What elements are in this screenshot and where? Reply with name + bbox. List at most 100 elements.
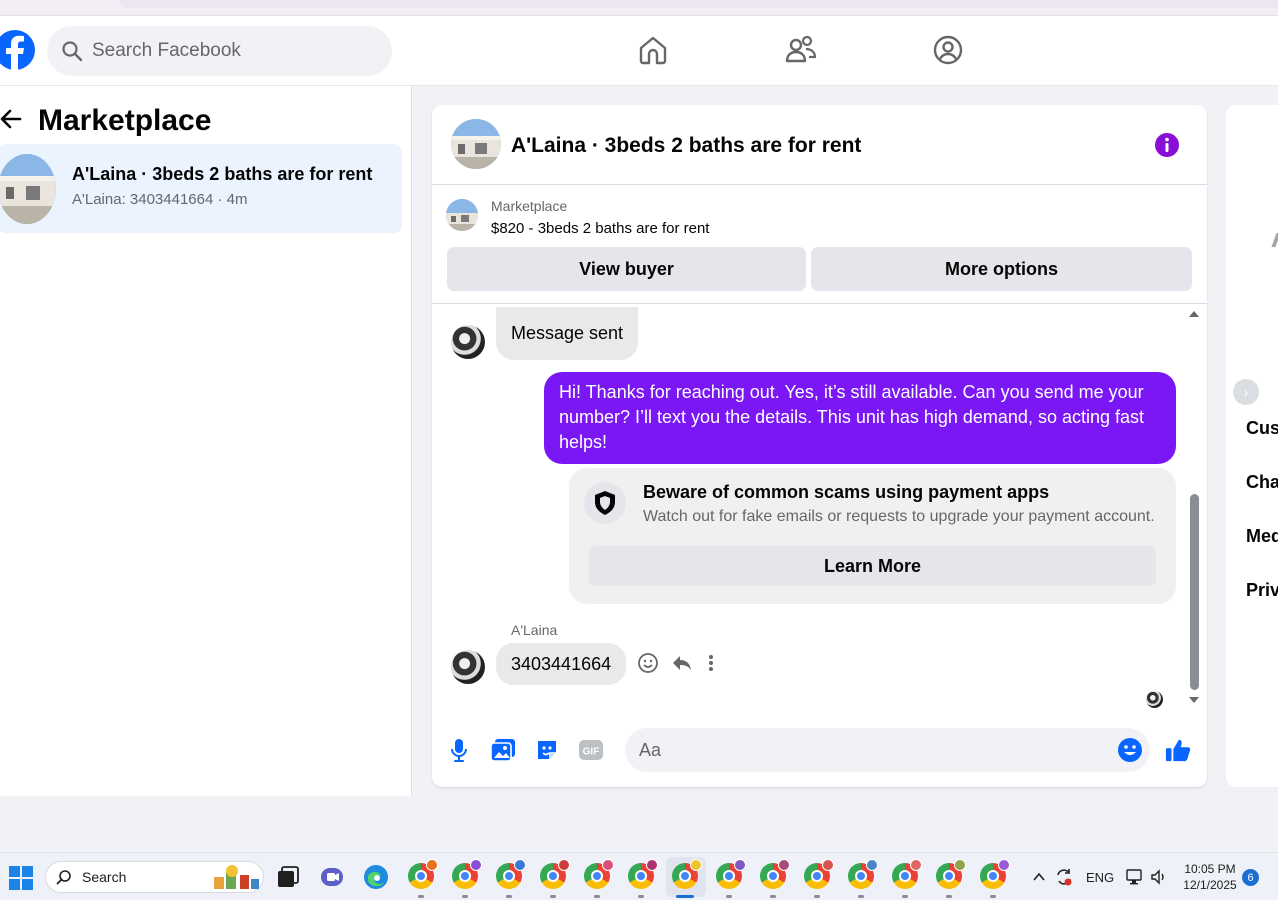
info-icon[interactable] (1154, 132, 1180, 158)
running-indicator (418, 895, 424, 898)
search-bar[interactable] (47, 26, 392, 76)
learn-more-button[interactable]: Learn More (589, 546, 1156, 586)
network-icon[interactable] (1126, 869, 1144, 885)
listing-price[interactable]: $820 - 3beds 2 baths are for rent (491, 220, 709, 237)
like-button[interactable] (1165, 737, 1191, 763)
sticker-icon (538, 741, 556, 759)
gif-button[interactable]: GIF (578, 737, 604, 763)
seen-indicator-avatar (1146, 691, 1163, 708)
chrome-profile-icon[interactable] (760, 859, 790, 889)
running-indicator (594, 895, 600, 898)
chrome-profile-icon[interactable] (716, 859, 746, 889)
sender-avatar[interactable] (451, 650, 485, 684)
profile-icon (933, 35, 963, 65)
edge-browser-icon[interactable] (362, 863, 390, 891)
message-actions (637, 649, 717, 677)
panel-item-customize[interactable]: Cust (1246, 418, 1278, 439)
chrome-profile-icon[interactable] (452, 859, 482, 889)
chrome-profile-icon[interactable] (892, 859, 922, 889)
panel-item-chat[interactable]: Cha (1246, 472, 1278, 493)
message-bubble-out[interactable]: Hi! Thanks for reaching out. Yes, it’s s… (544, 372, 1176, 464)
chrome-profile-icon-active[interactable] (672, 859, 702, 889)
panel-item-privacy[interactable]: Priv (1246, 580, 1278, 601)
sender-name: A'Laina (511, 622, 558, 638)
conversation-preview: A'Laina: 3403441664 · 4m (72, 191, 248, 208)
warning-subtitle: Watch out for fake emails or requests to… (643, 508, 1155, 525)
emoji-button[interactable] (1117, 737, 1143, 763)
warning-title: Beware of common scams using payment app… (643, 482, 1050, 502)
more-options-button[interactable]: More options (811, 247, 1192, 291)
browser-address-edge (120, 0, 1278, 8)
message-text: 3403441664 (511, 653, 612, 674)
thumbs-up-icon (1165, 739, 1191, 762)
message-text: Hi! Thanks for reaching out. Yes, it’s s… (559, 382, 1144, 452)
system-clock[interactable]: 10:05 PM 12/1/2025 (1178, 861, 1242, 893)
details-panel: › Cust Cha Med Priv (1226, 105, 1278, 787)
home-icon (639, 36, 667, 65)
chat-header: A'Laina · 3beds 2 baths are for rent (432, 105, 1207, 185)
photo-icon (490, 739, 515, 762)
sender-avatar[interactable] (451, 325, 485, 359)
chrome-profile-icon[interactable] (408, 859, 438, 889)
scroll-up-arrow[interactable] (1189, 311, 1199, 317)
chat-window: A'Laina · 3beds 2 baths are for rent Mar… (432, 105, 1207, 787)
message-list[interactable]: Message sent Hi! Thanks for reaching out… (432, 305, 1207, 715)
running-indicator (726, 895, 732, 898)
task-view-icon[interactable] (274, 863, 302, 891)
page-title: Marketplace (38, 104, 212, 137)
shield-icon (595, 491, 615, 515)
chrome-profile-icon[interactable] (584, 859, 614, 889)
chat-avatar[interactable] (451, 119, 501, 169)
view-buyer-button[interactable]: View buyer (447, 247, 806, 291)
message-input[interactable] (625, 728, 1150, 772)
scrollbar-thumb[interactable] (1190, 494, 1199, 690)
language-indicator[interactable]: ENG (1086, 853, 1114, 900)
volume-icon[interactable] (1150, 868, 1168, 886)
react-emoji-icon[interactable] (637, 652, 659, 674)
message-text: Message sent (511, 323, 624, 343)
chrome-profile-icon[interactable] (540, 859, 570, 889)
taskbar-search-label: Search (82, 869, 127, 885)
nav-profile[interactable] (930, 32, 966, 68)
teams-chat-icon[interactable] (318, 863, 346, 891)
microphone-icon (451, 739, 467, 762)
nav-home[interactable] (635, 32, 671, 68)
reply-icon[interactable] (671, 652, 693, 674)
sync-icon[interactable] (1054, 867, 1074, 887)
facebook-logo-icon[interactable] (0, 26, 38, 74)
search-icon (62, 41, 83, 62)
friends-icon (785, 35, 817, 63)
back-arrow-icon[interactable] (0, 108, 22, 130)
running-indicator (462, 895, 468, 898)
notification-badge[interactable]: 6 (1242, 869, 1259, 886)
scroll-down-arrow[interactable] (1189, 697, 1199, 703)
more-dots-icon[interactable] (705, 652, 717, 674)
browser-top-strip (0, 0, 1278, 16)
chevron-right-icon[interactable]: › (1233, 379, 1259, 405)
running-indicator (814, 895, 820, 898)
search-input[interactable] (92, 40, 372, 62)
windows-start-icon[interactable] (9, 866, 33, 890)
listing-bar: Marketplace $820 - 3beds 2 baths are for… (432, 186, 1207, 304)
chrome-profile-icon[interactable] (628, 859, 658, 889)
taskbar-search[interactable]: Search (45, 861, 264, 893)
chrome-profile-icon[interactable] (848, 859, 878, 889)
running-indicator (638, 895, 644, 898)
message-bubble-in[interactable]: 3403441664 (496, 643, 627, 685)
chrome-profile-icon[interactable] (936, 859, 966, 889)
nav-friends[interactable] (783, 32, 819, 68)
attach-photo-button[interactable] (490, 737, 516, 763)
chrome-profile-icon[interactable] (496, 859, 526, 889)
running-indicator (990, 895, 996, 898)
voice-clip-button[interactable] (446, 737, 472, 763)
chevron-up-icon[interactable] (1032, 871, 1046, 883)
windows-taskbar: Search ENG 10:05 PM 12/1/2025 6 (0, 852, 1278, 900)
conversation-item[interactable]: A'Laina · 3beds 2 baths are for rent A'L… (0, 144, 402, 233)
panel-item-media[interactable]: Med (1246, 526, 1278, 547)
chrome-profile-icon[interactable] (980, 859, 1010, 889)
sticker-button[interactable] (534, 737, 560, 763)
chrome-profile-icon[interactable] (804, 859, 834, 889)
message-bubble-in[interactable]: Message sent (496, 307, 639, 360)
active-indicator (676, 895, 694, 898)
running-indicator (946, 895, 952, 898)
